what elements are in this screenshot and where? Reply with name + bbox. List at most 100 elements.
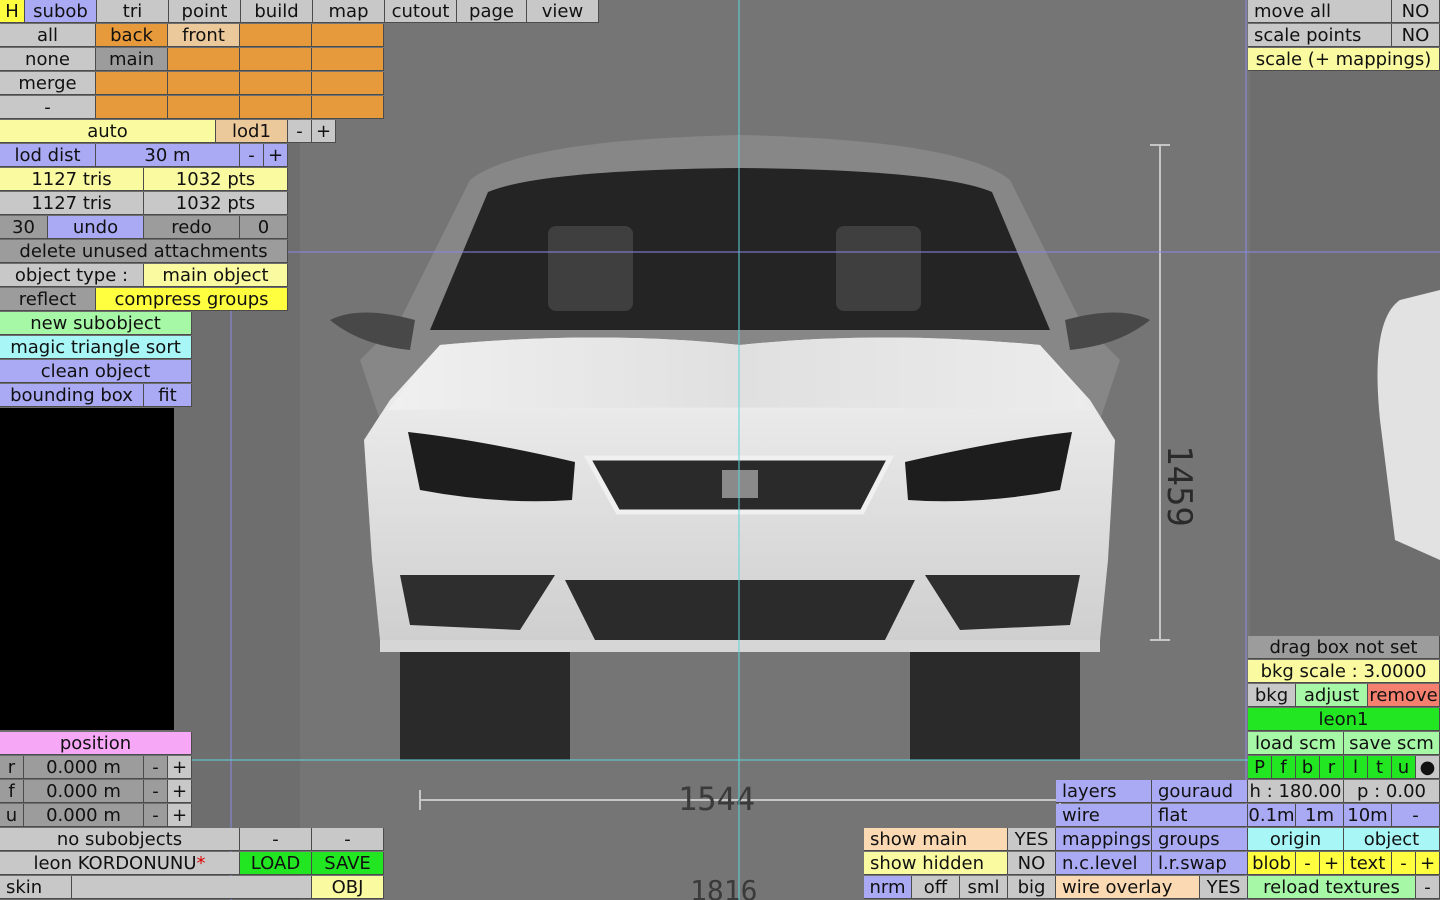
gouraud-button[interactable]: gouraud <box>1152 780 1248 803</box>
move-all-value[interactable]: NO <box>1392 0 1440 23</box>
new-subobject-button[interactable]: new subobject <box>0 312 192 335</box>
slot-button[interactable] <box>240 48 312 71</box>
menu-map[interactable]: map <box>313 0 385 23</box>
slot-button[interactable] <box>96 96 168 119</box>
view-u-button[interactable]: u <box>1392 756 1416 779</box>
wire-button[interactable]: wire <box>1056 804 1152 827</box>
lod-minus-button[interactable]: - <box>288 120 312 143</box>
select-none-button[interactable]: none <box>0 48 96 71</box>
blob-minus-button[interactable]: - <box>1296 852 1320 875</box>
step-minus-button[interactable]: - <box>1392 804 1440 827</box>
bounding-box-button[interactable]: bounding box <box>0 384 144 407</box>
menu-point[interactable]: point <box>169 0 241 23</box>
lod1-button[interactable]: lod1 <box>216 120 288 143</box>
position-r-value[interactable]: 0.000 m <box>24 756 144 779</box>
text-minus-button[interactable]: - <box>1392 852 1416 875</box>
position-u-value[interactable]: 0.000 m <box>24 804 144 827</box>
mappings-button[interactable]: mappings <box>1056 828 1152 851</box>
step-1m-button[interactable]: 1m <box>1296 804 1344 827</box>
slot-button[interactable] <box>312 48 384 71</box>
show-main-button[interactable]: show main <box>864 828 1008 851</box>
magic-triangle-sort-button[interactable]: magic triangle sort <box>0 336 192 359</box>
menu-view[interactable]: view <box>527 0 599 23</box>
clean-object-button[interactable]: clean object <box>0 360 192 383</box>
nrm-button[interactable]: nrm <box>864 876 912 899</box>
auto-lod-button[interactable]: auto <box>0 120 216 143</box>
move-all-button[interactable]: move all <box>1248 0 1392 23</box>
slot-button[interactable] <box>312 96 384 119</box>
blob-button[interactable]: blob <box>1248 852 1296 875</box>
load-scm-button[interactable]: load scm <box>1248 732 1344 755</box>
lod-dist-minus-button[interactable]: - <box>240 144 264 167</box>
save-scm-button[interactable]: save scm <box>1344 732 1440 755</box>
adjust-button[interactable]: adjust <box>1296 684 1368 707</box>
compress-groups-button[interactable]: compress groups <box>96 288 288 311</box>
fit-button[interactable]: fit <box>144 384 192 407</box>
h-button[interactable]: H <box>0 0 25 23</box>
lod-plus-button[interactable]: + <box>312 120 336 143</box>
wire-overlay-button[interactable]: wire overlay <box>1056 876 1200 899</box>
remove-button[interactable]: remove <box>1368 684 1440 707</box>
off-button[interactable]: off <box>912 876 960 899</box>
obj-button[interactable]: OBJ <box>312 876 384 899</box>
scale-points-value[interactable]: NO <box>1392 24 1440 47</box>
show-hidden-value[interactable]: NO <box>1008 852 1056 875</box>
object-button[interactable]: object <box>1344 828 1440 851</box>
slot-button[interactable] <box>240 96 312 119</box>
bkg-scale[interactable]: bkg scale : 3.0000 <box>1248 660 1440 683</box>
wire-overlay-value[interactable]: YES <box>1200 876 1248 899</box>
slot-button[interactable] <box>240 72 312 95</box>
position-f-plus[interactable]: + <box>168 780 192 803</box>
position-r-minus[interactable]: - <box>144 756 168 779</box>
pitch-value[interactable]: p : 0.00 <box>1344 780 1440 803</box>
blob-plus-button[interactable]: + <box>1320 852 1344 875</box>
slot-button[interactable] <box>312 24 384 47</box>
slot-button[interactable] <box>168 72 240 95</box>
lod-dist-plus-button[interactable]: + <box>264 144 288 167</box>
text-button[interactable]: text <box>1344 852 1392 875</box>
object-type-value[interactable]: main object <box>144 264 288 287</box>
nc-level-button[interactable]: n.c.level <box>1056 852 1152 875</box>
reload-textures-button[interactable]: reload textures <box>1248 876 1416 899</box>
slot-button[interactable] <box>312 72 384 95</box>
bkg-name[interactable]: leon1 <box>1248 708 1440 731</box>
big-button[interactable]: big <box>1008 876 1056 899</box>
text-plus-button[interactable]: + <box>1416 852 1440 875</box>
groups-button[interactable]: groups <box>1152 828 1248 851</box>
subobject-dash-button[interactable]: - <box>312 828 384 851</box>
slot-button[interactable] <box>96 72 168 95</box>
view-t-button[interactable]: t <box>1368 756 1392 779</box>
load-button[interactable]: LOAD <box>240 852 312 875</box>
save-button[interactable]: SAVE <box>312 852 384 875</box>
heading-value[interactable]: h : 180.00 <box>1248 780 1344 803</box>
position-f-minus[interactable]: - <box>144 780 168 803</box>
view-r-button[interactable]: r <box>1320 756 1344 779</box>
show-hidden-button[interactable]: show hidden <box>864 852 1008 875</box>
view-l-button[interactable]: l <box>1344 756 1368 779</box>
subobject-dash-button[interactable]: - <box>240 828 312 851</box>
menu-tri[interactable]: tri <box>97 0 169 23</box>
flat-button[interactable]: flat <box>1152 804 1248 827</box>
position-u-minus[interactable]: - <box>144 804 168 827</box>
dash-button[interactable]: - <box>0 96 96 119</box>
sml-button[interactable]: sml <box>960 876 1008 899</box>
menu-cutout[interactable]: cutout <box>385 0 457 23</box>
slot-button[interactable] <box>240 24 312 47</box>
main-button[interactable]: main <box>96 48 168 71</box>
bkg-button[interactable]: bkg <box>1248 684 1296 707</box>
front-button[interactable]: front <box>168 24 240 47</box>
position-r-plus[interactable]: + <box>168 756 192 779</box>
step-0.1m-button[interactable]: 0.1m <box>1248 804 1296 827</box>
select-all-button[interactable]: all <box>0 24 96 47</box>
position-u-plus[interactable]: + <box>168 804 192 827</box>
back-button[interactable]: back <box>96 24 168 47</box>
step-10m-button[interactable]: 10m <box>1344 804 1392 827</box>
reflect-button[interactable]: reflect <box>0 288 96 311</box>
menu-subob[interactable]: subob <box>25 0 97 23</box>
delete-unused-attachments-button[interactable]: delete unused attachments <box>0 240 288 263</box>
skin-field[interactable] <box>72 876 312 899</box>
show-main-value[interactable]: YES <box>1008 828 1056 851</box>
undo-button[interactable]: undo <box>48 216 144 239</box>
origin-button[interactable]: origin <box>1248 828 1344 851</box>
reload-minus-button[interactable]: - <box>1416 876 1440 899</box>
